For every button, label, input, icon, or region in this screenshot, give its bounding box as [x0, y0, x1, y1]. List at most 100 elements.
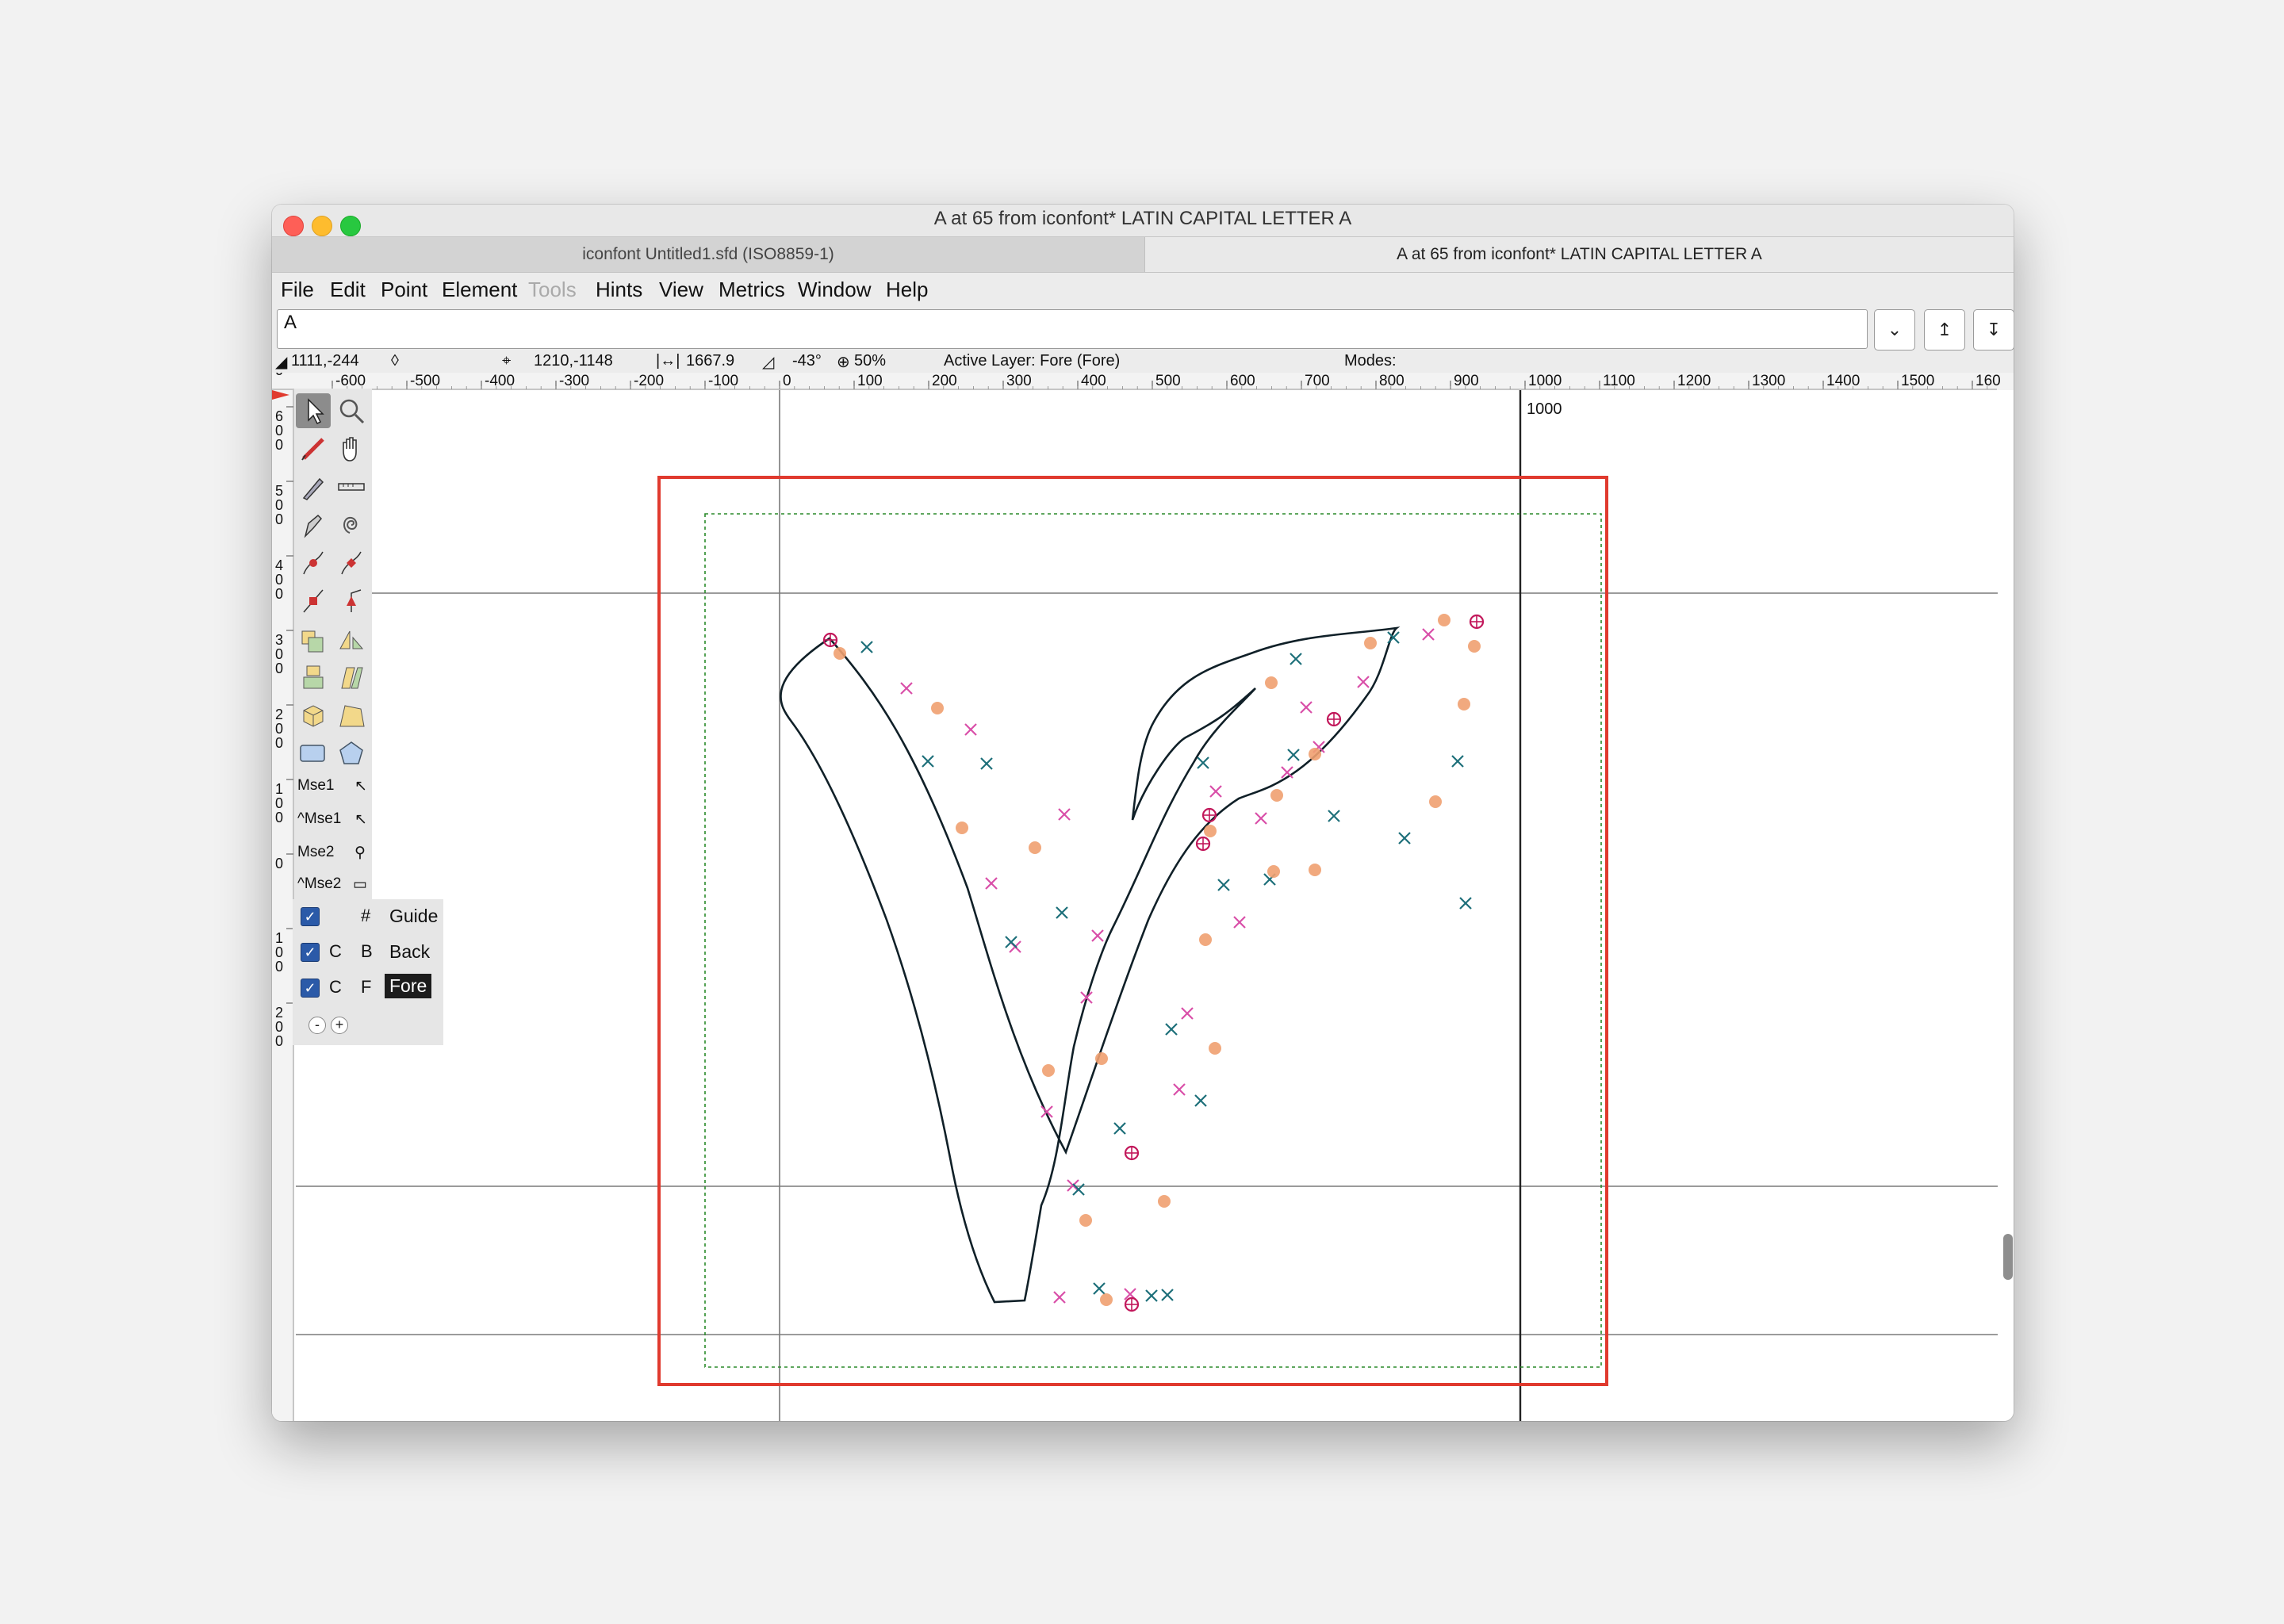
vertical-scrollbar[interactable]: [2003, 1234, 2013, 1280]
tab-bar: iconfont Untitled1.sfd (ISO8859-1) A at …: [272, 236, 2014, 273]
corner-point-tool[interactable]: [296, 584, 331, 619]
add-layer-button[interactable]: +: [331, 1017, 348, 1034]
control-point[interactable]: [1468, 640, 1481, 653]
dropdown-button[interactable]: ⌄: [1874, 309, 1915, 350]
control-point[interactable]: [1209, 1042, 1221, 1055]
layer-fore-name[interactable]: Fore: [385, 974, 432, 998]
menu-help[interactable]: Help: [886, 278, 928, 302]
tangent-point-tool[interactable]: [334, 584, 369, 619]
menu-file[interactable]: File: [281, 278, 314, 302]
ruler-tool[interactable]: [334, 469, 369, 504]
h-ruler-label: 200: [932, 373, 957, 389]
h-ruler-label: 1100: [1603, 373, 1635, 389]
perspective-tool[interactable]: [334, 698, 369, 733]
skew-tool[interactable]: [334, 660, 369, 695]
layer-back-col2[interactable]: B: [361, 941, 373, 962]
remove-layer-button[interactable]: -: [308, 1017, 326, 1034]
control-point[interactable]: [1429, 795, 1442, 808]
glyph-sequence-input[interactable]: A: [277, 309, 1868, 349]
control-point[interactable]: [1204, 825, 1217, 837]
control-point[interactable]: [931, 702, 944, 714]
hv-curve-point-tool[interactable]: [334, 546, 369, 580]
control-point[interactable]: [1100, 1293, 1113, 1306]
layer-guide-name[interactable]: Guide: [385, 904, 443, 929]
cursor-icon: ◢: [275, 354, 288, 371]
pointer-tool[interactable]: [296, 393, 331, 428]
rectangle-tool[interactable]: [296, 736, 331, 771]
start-point-marker[interactable]: [822, 632, 838, 648]
control-point[interactable]: [1158, 1195, 1171, 1208]
polygon-tool[interactable]: [334, 736, 369, 771]
3d-rotate-tool[interactable]: [296, 698, 331, 733]
scroll-down-button[interactable]: ↧: [1973, 309, 2014, 350]
pen-tool[interactable]: [296, 508, 331, 542]
control-point[interactable]: [956, 822, 968, 834]
control-point[interactable]: [1309, 748, 1321, 760]
control-point[interactable]: [1029, 841, 1041, 854]
status-bar: ◢ 1111,-244 ◊ ⌖ 1210,-1148 |↔| 1667.9 ◿ …: [272, 352, 2014, 373]
rotate-tool[interactable]: [296, 660, 331, 695]
flip-tool[interactable]: [334, 622, 369, 657]
tab-font-view[interactable]: iconfont Untitled1.sfd (ISO8859-1): [272, 237, 1145, 272]
layer-back-visible-checkbox[interactable]: ✓: [301, 943, 320, 962]
layer-fore-col1[interactable]: C: [329, 977, 342, 998]
menu-view[interactable]: View: [659, 278, 703, 302]
control-point[interactable]: [1199, 933, 1212, 946]
layer-back-col1[interactable]: C: [329, 941, 342, 962]
v-ruler-label: 0: [275, 437, 283, 453]
menu-window[interactable]: Window: [798, 278, 871, 302]
polygon-icon: [339, 741, 363, 764]
menu-edit[interactable]: Edit: [330, 278, 366, 302]
start-point-marker[interactable]: [1124, 1145, 1140, 1161]
hand-icon: [343, 437, 357, 462]
menu-hints[interactable]: Hints: [596, 278, 642, 302]
rectangle-icon: [300, 745, 325, 762]
start-point-marker[interactable]: [1201, 807, 1217, 823]
control-point[interactable]: [1458, 698, 1470, 710]
menu-point[interactable]: Point: [381, 278, 427, 302]
title-bar[interactable]: A at 65 from iconfont* LATIN CAPITAL LET…: [272, 205, 2014, 236]
control-point[interactable]: [834, 647, 846, 660]
v-ruler-label: 0: [275, 856, 283, 871]
start-point-marker[interactable]: [1469, 614, 1485, 630]
menu-tools: Tools: [528, 278, 577, 301]
spiral-icon: [343, 516, 358, 534]
tab-glyph-view[interactable]: A at 65 from iconfont* LATIN CAPITAL LET…: [1145, 237, 2014, 272]
control-point[interactable]: [1270, 789, 1283, 802]
control-point[interactable]: [1267, 865, 1280, 878]
start-point-marker[interactable]: [1195, 836, 1211, 852]
menu-metrics[interactable]: Metrics: [719, 278, 785, 302]
mouse2-label: Mse2: [297, 844, 335, 860]
control-point[interactable]: [1095, 1052, 1108, 1065]
scroll-tool[interactable]: [334, 431, 369, 466]
layer-fore-visible-checkbox[interactable]: ✓: [301, 979, 320, 998]
start-point-marker[interactable]: [1124, 1297, 1140, 1312]
h-ruler-label: -600: [335, 373, 366, 389]
control-point[interactable]: [1265, 676, 1278, 689]
start-point-marker[interactable]: [1326, 711, 1342, 727]
menu-element[interactable]: Element: [442, 278, 517, 302]
layer-fore-col2[interactable]: F: [361, 977, 371, 998]
editing-canvas[interactable]: -600 -500 -400 -300 -200 -100 0 100 200 300 400 500…: [272, 373, 2014, 1421]
control-point[interactable]: [1079, 1214, 1092, 1227]
tools-palette: Mse1 ^Mse1 Mse2 ^Mse2 ↖ ↖ ⚲ ▭: [294, 389, 372, 904]
control-point[interactable]: [1364, 637, 1377, 649]
layer-guide-visible-checkbox[interactable]: ✓: [301, 907, 320, 926]
spiro-tool[interactable]: [334, 508, 369, 542]
freehand-tool[interactable]: [296, 431, 331, 466]
scroll-up-button[interactable]: ↥: [1924, 309, 1965, 350]
scale-tool[interactable]: [296, 622, 331, 657]
selected-point-position: 1210,-1148: [534, 352, 613, 370]
knife-tool[interactable]: [296, 469, 331, 504]
v-ruler-label: 1: [275, 781, 283, 797]
h-ruler-label: 100: [857, 373, 883, 389]
layer-back-name[interactable]: Back: [385, 940, 435, 964]
layers-palette: ✓ # Guide ✓ C B Back ✓ C F Fore - +: [293, 899, 443, 1045]
control-point[interactable]: [1438, 614, 1450, 626]
curve-point-tool[interactable]: [296, 546, 331, 580]
control-point[interactable]: [1309, 864, 1321, 876]
magnify-tool[interactable]: [334, 393, 369, 428]
pointer-small-icon: ↖: [354, 778, 367, 795]
h-ruler-label: 900: [1454, 373, 1479, 389]
control-point[interactable]: [1042, 1064, 1055, 1077]
